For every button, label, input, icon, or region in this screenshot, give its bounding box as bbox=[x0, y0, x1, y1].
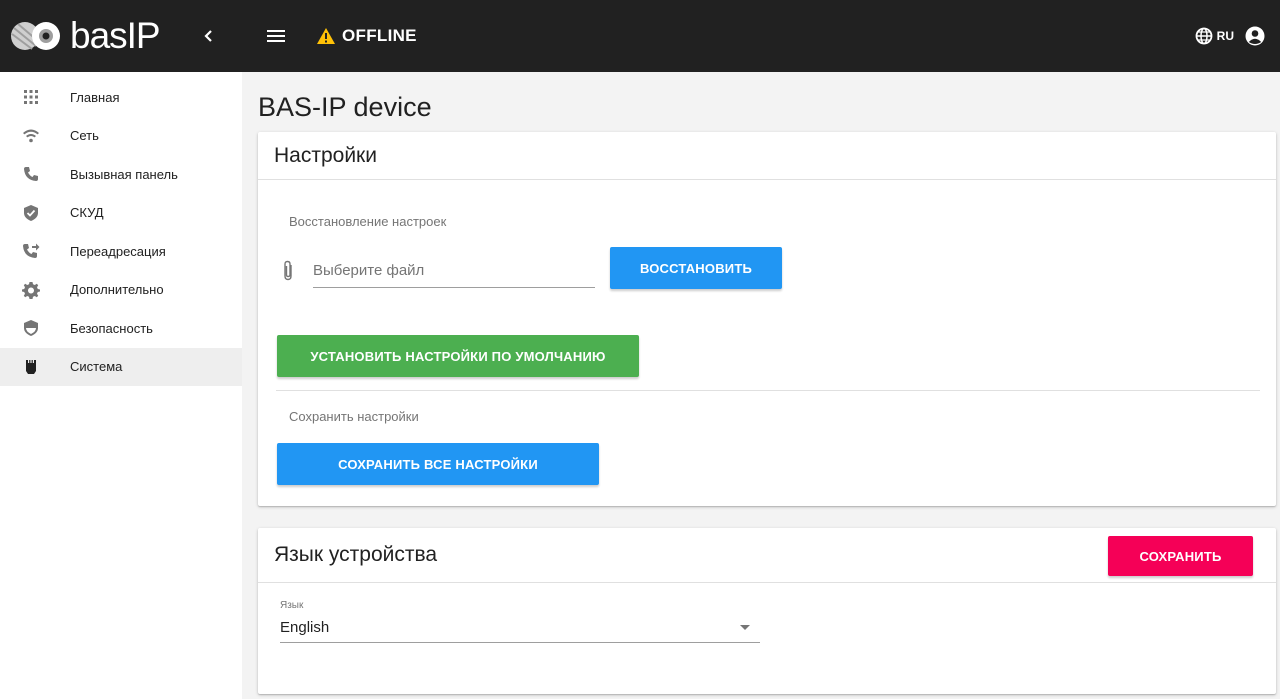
sidebar-item-label: Система bbox=[70, 359, 123, 375]
sidebar-item-network[interactable]: Сеть bbox=[0, 117, 242, 156]
language-card-header: Язык устройства СОХРАНИТЬ bbox=[258, 528, 1276, 583]
sidebar-item-home[interactable]: Главная bbox=[0, 78, 242, 117]
shield-check-icon bbox=[0, 204, 70, 222]
gear-icon bbox=[0, 281, 70, 299]
sidebar-item-label: Дополнительно bbox=[70, 282, 164, 298]
sidebar-item-system[interactable]: Система bbox=[0, 347, 242, 386]
memory-card-icon bbox=[0, 358, 70, 376]
menu-button[interactable] bbox=[264, 24, 288, 48]
paperclip-icon[interactable] bbox=[280, 260, 296, 282]
collapse-sidebar-button[interactable] bbox=[198, 26, 218, 46]
sidebar: basIP Главная Сеть Вызывная панель СКУД … bbox=[0, 0, 242, 699]
chevron-left-icon bbox=[204, 30, 212, 42]
sidebar-item-label: Сеть bbox=[70, 128, 99, 144]
top-right-controls: RU bbox=[1195, 25, 1266, 47]
brand-header: basIP bbox=[0, 0, 242, 72]
language-card-title: Язык устройства bbox=[274, 543, 438, 566]
brand-logo[interactable]: basIP bbox=[8, 15, 161, 57]
sidebar-item-label: СКУД bbox=[70, 205, 104, 221]
file-input[interactable] bbox=[313, 258, 595, 288]
top-bar: OFFLINE RU bbox=[242, 0, 1280, 72]
sidebar-item-advanced[interactable]: Дополнительно bbox=[0, 271, 242, 310]
settings-card-header: Настройки bbox=[258, 132, 1276, 180]
warning-triangle-icon bbox=[317, 28, 335, 44]
section-divider bbox=[276, 390, 1260, 391]
hamburger-menu-icon bbox=[267, 30, 285, 42]
device-language-card: Язык устройства СОХРАНИТЬ Язык English bbox=[258, 528, 1276, 694]
settings-card: Настройки Восстановление настроек ВОССТА… bbox=[258, 132, 1276, 506]
sidebar-item-label: Безопасность bbox=[70, 320, 153, 336]
sidebar-nav: Главная Сеть Вызывная панель СКУД Переад… bbox=[0, 72, 242, 386]
restore-button[interactable]: ВОССТАНОВИТЬ bbox=[610, 247, 782, 289]
save-all-settings-button[interactable]: СОХРАНИТЬ ВСЕ НАСТРОЙКИ bbox=[277, 443, 599, 485]
dropdown-arrow-icon bbox=[740, 624, 750, 630]
page-title: BAS-IP device bbox=[258, 92, 432, 122]
phone-icon bbox=[0, 165, 70, 183]
connection-status: OFFLINE bbox=[316, 26, 417, 46]
brand-name: basIP bbox=[70, 15, 161, 56]
sidebar-item-call-panel[interactable]: Вызывная панель bbox=[0, 155, 242, 194]
language-dropdown[interactable]: English bbox=[280, 613, 760, 643]
apps-grid-icon bbox=[0, 88, 70, 106]
account-button[interactable] bbox=[1244, 25, 1266, 47]
language-field-label: Язык bbox=[280, 600, 304, 611]
file-picker bbox=[280, 258, 595, 288]
sidebar-item-label: Переадресация bbox=[70, 243, 166, 259]
sidebar-item-label: Главная bbox=[70, 89, 120, 105]
language-select[interactable]: Язык English bbox=[280, 600, 760, 643]
security-shield-icon bbox=[0, 319, 70, 337]
set-defaults-button[interactable]: УСТАНОВИТЬ НАСТРОЙКИ ПО УМОЛЧАНИЮ bbox=[277, 335, 639, 377]
phone-forward-icon bbox=[0, 242, 70, 260]
language-switcher[interactable]: RU bbox=[1195, 27, 1234, 45]
basip-logo-mark-icon bbox=[11, 22, 60, 50]
sidebar-item-label: Вызывная панель bbox=[70, 166, 178, 182]
settings-card-title: Настройки bbox=[274, 143, 377, 167]
save-language-button[interactable]: СОХРАНИТЬ bbox=[1108, 536, 1253, 576]
globe-icon bbox=[1195, 27, 1213, 45]
main-content: BAS-IP device Настройки Восстановление н… bbox=[242, 72, 1280, 699]
language-selected-value: English bbox=[280, 619, 330, 636]
user-circle-icon bbox=[1245, 26, 1265, 46]
language-code: RU bbox=[1216, 29, 1234, 43]
save-section-label: Сохранить настройки bbox=[289, 409, 419, 424]
status-text: OFFLINE bbox=[342, 26, 417, 45]
restore-section-label: Восстановление настроек bbox=[289, 214, 447, 229]
sidebar-item-forwarding[interactable]: Переадресация bbox=[0, 232, 242, 271]
sidebar-item-security[interactable]: Безопасность bbox=[0, 309, 242, 348]
sidebar-item-access-control[interactable]: СКУД bbox=[0, 194, 242, 233]
wifi-icon bbox=[0, 127, 70, 145]
